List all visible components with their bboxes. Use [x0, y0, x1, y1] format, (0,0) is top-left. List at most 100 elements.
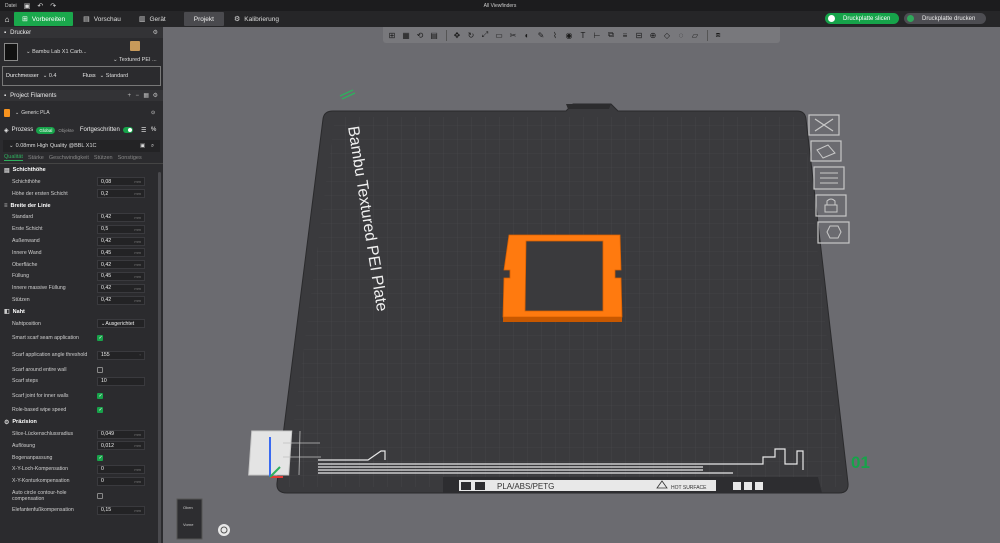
setting-row: Innere Wand 0,45 mm — [0, 247, 163, 259]
view-cube-front[interactable]: Vorne — [183, 522, 194, 527]
setting-value: 0,049 — [101, 431, 114, 438]
view-cube[interactable]: Oben Vorne — [176, 498, 203, 540]
subtab-item[interactable]: Sonstiges — [118, 155, 142, 161]
setting-unit: mm — [134, 507, 141, 513]
compare-icon[interactable]: ☰ — [141, 127, 146, 134]
subtab-item[interactable]: Qualität — [4, 154, 23, 161]
tab-label: Projekt — [193, 15, 214, 23]
setting-label: Füllung — [12, 273, 30, 280]
setting-label: Stützen — [12, 297, 30, 304]
filament-edit-icon[interactable]: ⊙ — [151, 110, 155, 116]
tab-prepare[interactable]: ⊞ Vorbereiten — [14, 12, 74, 26]
sidebar-scrollbar[interactable] — [158, 172, 161, 543]
setting-input[interactable]: 0,42 mm — [97, 236, 145, 246]
setting-checkbox[interactable] — [97, 407, 103, 414]
settings-icon[interactable]: ⚙ — [153, 29, 158, 36]
filament-color-swatch[interactable] — [4, 109, 10, 117]
home-icon[interactable]: ⌂ — [0, 11, 14, 27]
file-menu[interactable]: Datei — [5, 3, 17, 9]
setting-row: Innere massive Füllung 0,42 mm — [0, 282, 163, 294]
setting-label: Außenwand — [12, 238, 40, 245]
section-title: Schichthöhe — [12, 167, 46, 173]
redo-icon[interactable]: ↷ — [50, 2, 56, 10]
subtab-item[interactable]: Geschwindigkeit — [49, 155, 89, 161]
setting-input[interactable]: 10 — [97, 376, 145, 386]
setting-value: 0,15 — [101, 507, 112, 514]
auto-arrange-button[interactable] — [810, 140, 842, 162]
setting-input[interactable]: 0,049 mm — [97, 429, 145, 439]
setting-input[interactable]: 0 mm — [97, 464, 145, 474]
advanced-switch[interactable] — [122, 127, 133, 133]
printed-object[interactable] — [502, 234, 623, 322]
printer-name[interactable]: ⌄ Bambu Lab X1 Carb... — [26, 49, 87, 55]
setting-row: Nahtposition ⌄ Ausgerichtet — [0, 318, 163, 330]
setting-row: Höhe der ersten Schicht 0,2 mm — [0, 188, 163, 200]
view-cube-top[interactable]: Oben — [183, 505, 193, 510]
setting-input[interactable]: 0,42 mm — [97, 295, 145, 305]
section-header: ⚙ Präzision — [0, 416, 163, 428]
setting-row: Schichthöhe 0,08 mm — [0, 176, 163, 188]
setting-input[interactable]: 0,42 mm — [97, 260, 145, 270]
tab-project[interactable]: Projekt — [183, 12, 224, 26]
nozzle-value: 0.4 — [48, 73, 57, 79]
filament-item[interactable]: ⌄ Generic PLA ⊙ — [0, 107, 163, 119]
add-filament-icon[interactable]: + — [127, 93, 131, 99]
filament-settings-icon[interactable]: ⚙ — [153, 92, 158, 99]
flow-value: Standard — [105, 73, 129, 79]
search-icon[interactable]: ⌕ — [151, 143, 154, 150]
setting-input[interactable]: 155 ° — [97, 350, 145, 360]
tab-preview[interactable]: ▤ Vorschau — [75, 12, 129, 26]
setting-input[interactable]: 0,45 mm — [97, 248, 145, 258]
setting-value: 0,42 — [101, 238, 112, 245]
setting-checkbox[interactable] — [97, 492, 103, 499]
subtab-item[interactable]: Stärke — [28, 155, 44, 161]
setting-select[interactable]: ⌄ Ausgerichtet — [97, 319, 145, 329]
setting-label: Nahtposition — [12, 320, 41, 327]
setting-input[interactable]: 0,42 mm — [97, 283, 145, 293]
slice-plate-button[interactable]: Druckplatte slicen — [825, 13, 899, 24]
zoom-fit-icon[interactable] — [218, 524, 230, 536]
nozzle-select[interactable]: ⌄ 0.4 — [43, 73, 57, 79]
list-icon — [820, 172, 838, 184]
setting-input[interactable]: 0,42 mm — [97, 212, 145, 222]
setting-checkbox[interactable] — [97, 335, 103, 342]
plate-type-select[interactable]: ⌄ Textured PEI ... — [113, 57, 157, 63]
save-preset-icon[interactable]: ▣ — [140, 143, 145, 149]
setting-label: X-Y-Konturkompensation — [12, 478, 70, 485]
tab-calibration[interactable]: ⚙ Kalibrierung — [226, 12, 287, 26]
undo-icon[interactable]: ↶ — [37, 2, 43, 10]
global-toggle[interactable]: Global — [36, 126, 56, 134]
print-plate-button[interactable]: Druckplatte drucken — [904, 13, 986, 24]
setting-input[interactable]: 0,2 mm — [97, 189, 145, 199]
setting-checkbox[interactable] — [97, 392, 103, 399]
setting-input[interactable]: 0,012 mm — [97, 441, 145, 451]
remove-filament-icon[interactable]: − — [135, 93, 139, 99]
setting-checkbox[interactable] — [97, 366, 103, 373]
filament-sync-icon[interactable]: ▦ — [143, 92, 149, 99]
setting-label: Erste Schicht — [12, 226, 43, 233]
setting-input[interactable]: 0,08 mm — [97, 177, 145, 187]
save-icon[interactable]: ▣ — [24, 2, 31, 10]
setting-value: 0,45 — [101, 273, 112, 280]
setting-input[interactable]: 0,15 mm — [97, 505, 145, 515]
objects-toggle[interactable]: Objekte — [58, 128, 74, 133]
printer-name-text: Bambu Lab X1 Carb... — [32, 49, 87, 55]
printer-selector[interactable]: ⌄ Bambu Lab X1 Carb... ⌄ Textured PEI ..… — [0, 38, 163, 66]
setting-value: 0,012 — [101, 442, 114, 449]
setting-input[interactable]: 0,45 mm — [97, 271, 145, 281]
setting-input[interactable]: 0 mm — [97, 476, 145, 486]
setting-label: Höhe der ersten Schicht — [12, 190, 68, 197]
setting-checkbox[interactable] — [97, 454, 103, 461]
setting-value: 0,45 — [101, 249, 112, 256]
setting-unit: mm — [134, 285, 141, 291]
process-preset-select[interactable]: ⌄ 0.08mm High Quality @BBL X1C ▣ ⌕ — [3, 140, 160, 152]
3d-viewport[interactable]: ⊞ ▦ ⟲ ▤ ✥ ↻ ⤢ ▭ ✂ ◐ ✎ ⌇ ◉ T ⊢ ⧉ ≡ ⊟ ⊕ ◇ … — [163, 27, 1000, 543]
subtab-item[interactable]: Stützen — [94, 155, 113, 161]
tab-device[interactable]: ▥ Gerät — [131, 12, 174, 26]
setting-label: Scarf joint for inner walls — [12, 392, 69, 399]
setting-input[interactable]: 0,5 mm — [97, 224, 145, 234]
percent-icon[interactable]: % — [151, 127, 156, 133]
print-toggle-icon — [907, 15, 914, 22]
flow-select[interactable]: ⌄ Standard — [100, 73, 128, 79]
plate-name-button[interactable] — [817, 221, 850, 244]
